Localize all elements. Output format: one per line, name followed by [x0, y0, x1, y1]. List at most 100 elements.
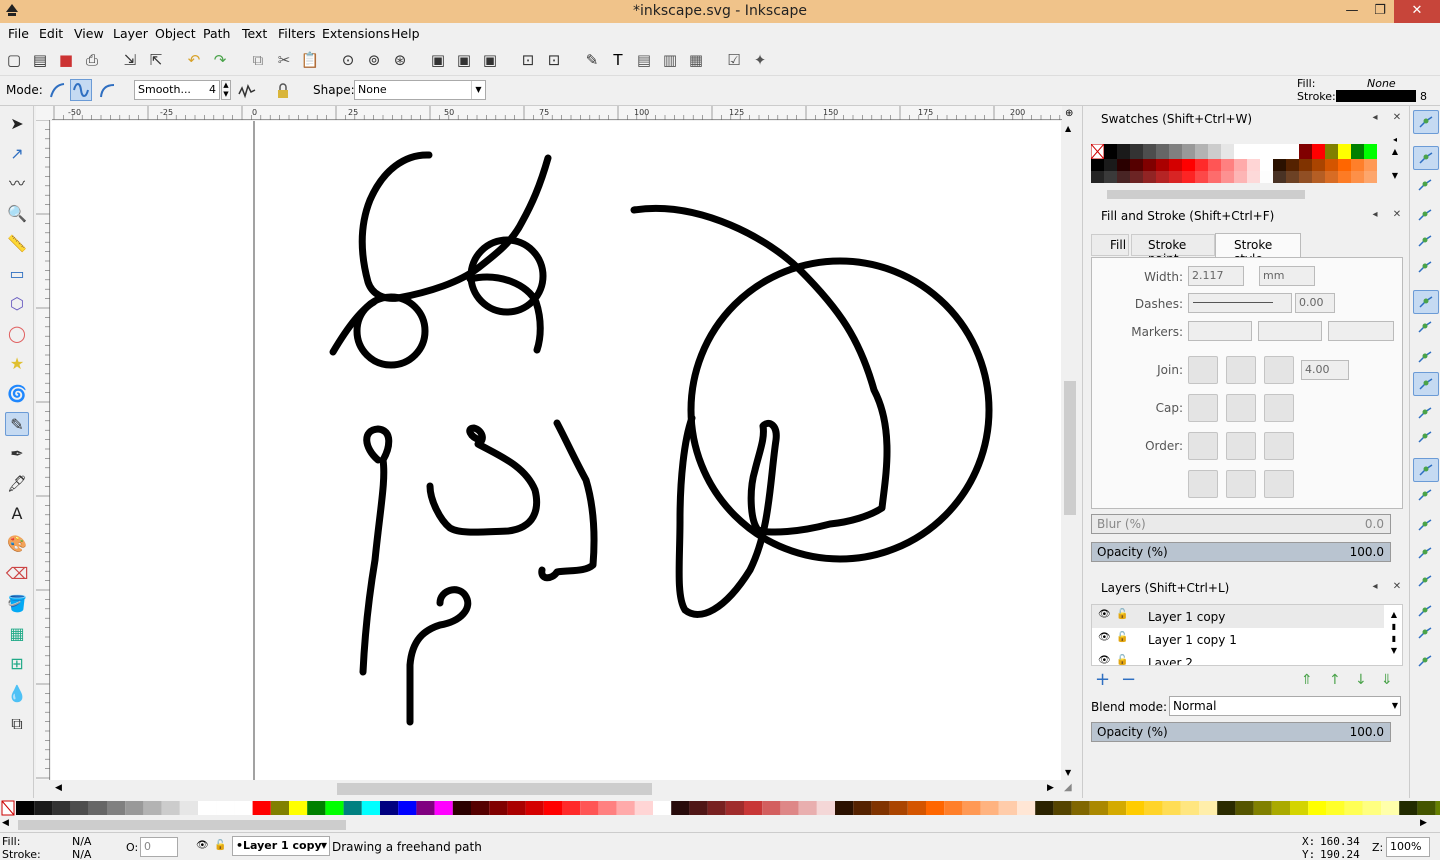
color-swatch[interactable] [1362, 801, 1381, 815]
color-swatch[interactable] [343, 801, 362, 815]
color-swatch[interactable] [1290, 801, 1309, 815]
undo-icon[interactable]: ↶ [184, 50, 204, 70]
color-swatch[interactable] [1156, 159, 1169, 171]
color-swatch[interactable] [252, 801, 271, 815]
order-button[interactable] [1264, 432, 1294, 460]
snap-toggle-button[interactable] [1413, 346, 1439, 370]
color-swatch[interactable] [1325, 144, 1338, 159]
color-swatch[interactable] [1091, 171, 1104, 183]
layer-opacity-slider[interactable]: Opacity (%) 100.0 [1091, 722, 1391, 742]
color-swatch[interactable] [1338, 144, 1351, 159]
color-swatch[interactable] [1182, 159, 1195, 171]
color-swatch[interactable] [1195, 144, 1208, 159]
snap-toggle-button[interactable] [1413, 402, 1439, 426]
scroll-left-arrow-icon[interactable]: ◀ [55, 783, 62, 793]
smoothing-spinner[interactable]: ▲ ▼ [221, 80, 231, 100]
cap-square-button[interactable] [1264, 394, 1294, 422]
color-swatch[interactable] [88, 801, 107, 815]
color-swatch[interactable] [525, 801, 544, 815]
spiro-mode-button[interactable] [70, 79, 92, 101]
tweak-tool-button[interactable]: 〰 [5, 172, 29, 196]
color-swatch[interactable] [1286, 159, 1299, 171]
end-marker-select[interactable] [1328, 321, 1394, 341]
freehand-path[interactable] [630, 205, 891, 618]
swatches-hscroll-thumb[interactable] [1107, 190, 1305, 199]
color-swatch[interactable] [1143, 144, 1156, 159]
color-swatch[interactable] [1169, 159, 1182, 171]
color-swatch[interactable] [1308, 801, 1327, 815]
current-layer-select[interactable]: •Layer 1 copy ▼ [232, 836, 330, 856]
color-swatch[interactable] [307, 801, 326, 815]
color-swatch[interactable] [871, 801, 890, 815]
raise-layer-icon[interactable]: ↑ [1329, 672, 1341, 688]
color-swatch[interactable] [416, 801, 435, 815]
color-swatch[interactable] [1399, 801, 1418, 815]
calligraphy-tool-button[interactable]: 🖋 [5, 472, 29, 496]
dropper-tool-button[interactable]: 💧 [5, 682, 29, 706]
drawing-canvas[interactable] [51, 121, 1061, 781]
color-swatch[interactable] [1253, 801, 1272, 815]
freehand-path[interactable] [538, 419, 598, 582]
color-swatch[interactable] [707, 801, 726, 815]
dash-offset-field[interactable]: 0.00 [1295, 293, 1335, 313]
eye-icon[interactable]: 👁 [1098, 609, 1111, 620]
lower-layer-icon[interactable]: ↓ [1355, 672, 1367, 688]
color-swatch[interactable] [1091, 159, 1104, 171]
snap-toggle-button[interactable] [1413, 290, 1439, 314]
lock-icon[interactable]: 🔓 [1116, 632, 1128, 643]
smoothing-field[interactable]: Smooth... 4 [134, 80, 220, 100]
import-icon[interactable]: ⇲ [120, 50, 140, 70]
color-swatch[interactable] [1325, 159, 1338, 171]
snap-toggle-button[interactable] [1413, 204, 1439, 228]
color-swatch[interactable] [1435, 801, 1440, 815]
bspline-mode-button[interactable] [96, 79, 118, 101]
zoom-corner-icon[interactable]: ⊕ [1065, 108, 1073, 119]
scroll-down-arrow-icon[interactable]: ▼ [1065, 768, 1071, 777]
freehand-path[interactable] [329, 298, 378, 356]
raise-to-top-icon[interactable]: ⇑ [1301, 672, 1313, 688]
freehand-path[interactable] [406, 586, 472, 726]
freehand-path[interactable] [359, 425, 393, 676]
color-swatch[interactable] [816, 801, 835, 815]
color-swatch[interactable] [1417, 801, 1436, 815]
color-swatch[interactable] [1364, 144, 1377, 159]
dashes-select[interactable] [1188, 293, 1292, 313]
duplicate-icon[interactable]: ▣ [428, 50, 448, 70]
color-swatch[interactable] [1299, 159, 1312, 171]
eraser-tool-button[interactable]: ⌫ [5, 562, 29, 586]
color-swatch[interactable] [1299, 171, 1312, 183]
color-palette[interactable] [0, 798, 1440, 818]
lock-button[interactable] [272, 80, 294, 102]
cap-butt-button[interactable] [1188, 394, 1218, 422]
snap-toggle-button[interactable] [1413, 650, 1439, 674]
color-swatch[interactable] [1247, 159, 1260, 171]
ungroup-icon[interactable]: ⊡ [544, 50, 564, 70]
zoom-field[interactable]: 100% [1386, 837, 1430, 857]
unit-select[interactable]: mm [1259, 266, 1315, 286]
color-swatch[interactable] [1169, 171, 1182, 183]
vertical-scrollbar[interactable]: ⊕ ▲ ▼ [1062, 106, 1078, 780]
tab-fill[interactable]: Fill [1091, 234, 1129, 256]
color-swatch[interactable] [198, 801, 217, 815]
snap-toggle-button[interactable] [1413, 146, 1439, 170]
layer-name[interactable]: Layer 1 copy 1 [1148, 633, 1237, 647]
color-swatch[interactable] [1117, 171, 1130, 183]
freehand-path[interactable] [426, 424, 541, 536]
color-swatch[interactable] [998, 801, 1017, 815]
close-button[interactable]: ✕ [1394, 0, 1440, 23]
snap-toggle-button[interactable] [1413, 426, 1439, 450]
panel-minimize-icon[interactable]: ◂ [1369, 582, 1381, 594]
spiral-tool-button[interactable]: 🌀 [5, 382, 29, 406]
group-icon[interactable]: ⊡ [518, 50, 538, 70]
eye-icon[interactable]: 👁 [1098, 655, 1111, 665]
color-swatch[interactable] [1221, 144, 1234, 159]
color-swatch[interactable] [798, 801, 817, 815]
menu-path[interactable]: Path [203, 26, 230, 41]
color-swatch[interactable] [161, 801, 180, 815]
zoom-selection-icon[interactable]: ⊙ [338, 50, 358, 70]
layers-icon[interactable]: ▤ [634, 50, 654, 70]
tab-stroke-style[interactable]: Stroke style [1215, 233, 1301, 266]
snap-toggle-button[interactable] [1413, 484, 1439, 508]
lower-to-bottom-icon[interactable]: ⇓ [1381, 672, 1393, 688]
text-font-icon[interactable]: T [608, 50, 628, 70]
